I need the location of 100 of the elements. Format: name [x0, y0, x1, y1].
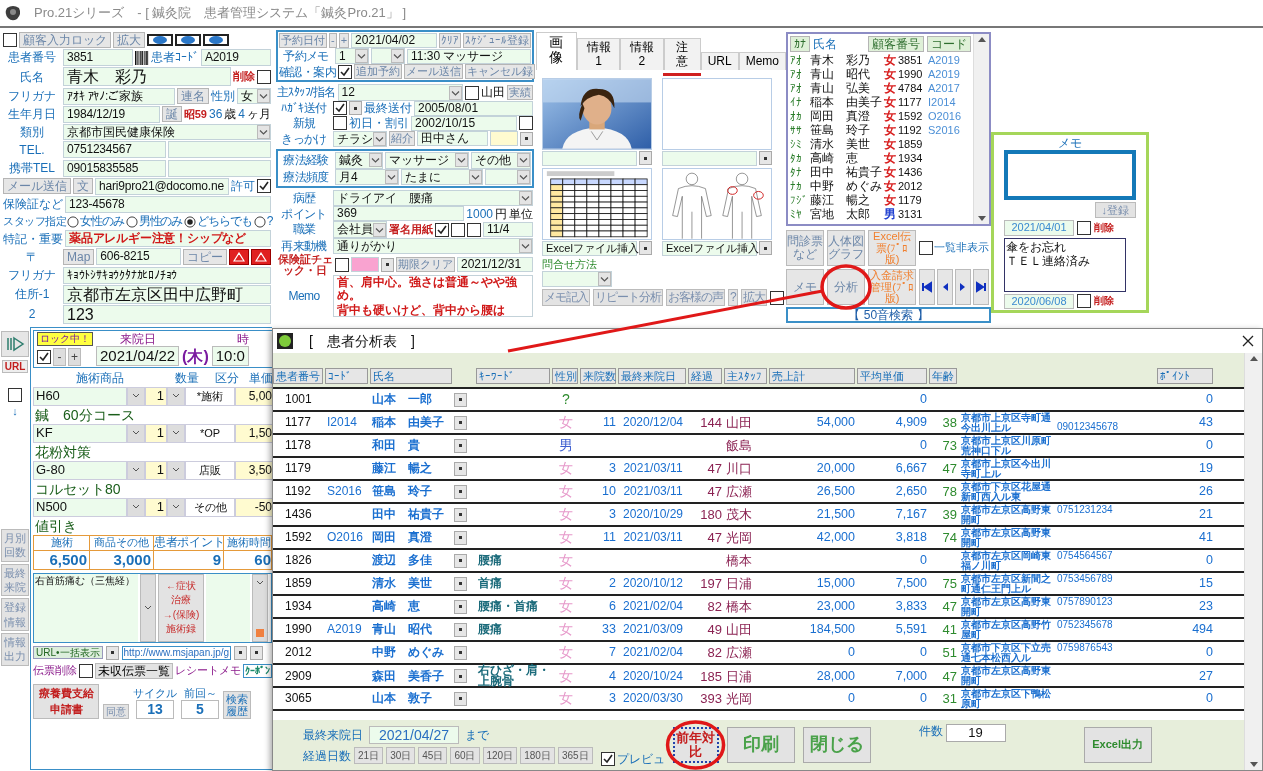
text-field[interactable]: 0751234567: [63, 141, 166, 159]
row-button[interactable]: [454, 691, 467, 706]
record-button[interactable]: ←症状 治療 →(保険) 施術録: [158, 573, 204, 642]
checkbox[interactable]: [435, 222, 449, 237]
text-field[interactable]: 11:30 マッサージ: [407, 48, 531, 64]
action-button[interactable]: 前年対比: [672, 727, 719, 763]
navigation-button[interactable]: [973, 269, 989, 305]
text-field[interactable]: 1984/12/19: [63, 105, 160, 123]
sort-button[interactable]: ｶﾅ: [790, 36, 810, 52]
text-field[interactable]: 2005/08/01: [414, 100, 533, 116]
menu-button[interactable]: 問診票など: [786, 230, 824, 266]
checkbox[interactable]: [8, 388, 22, 402]
tab[interactable]: 画像: [536, 32, 577, 70]
item-code-field[interactable]: N500: [33, 497, 127, 517]
form-button[interactable]: メール送信: [3, 178, 71, 195]
tab[interactable]: Memo: [738, 51, 786, 70]
time-field[interactable]: 10:0: [211, 346, 249, 367]
form-button[interactable]: 顧客入力ロック: [19, 32, 111, 48]
memo-input[interactable]: [1004, 150, 1136, 201]
date-field[interactable]: 2021/04/27: [369, 725, 459, 745]
text-field[interactable]: 2021/12/31: [457, 257, 533, 273]
form-button[interactable]: メール送信: [404, 64, 463, 80]
column-header[interactable]: 経過: [688, 367, 722, 384]
dropdown[interactable]: マッサージ: [385, 152, 469, 169]
form-button[interactable]: -: [329, 33, 337, 48]
tab[interactable]: 情報1: [576, 38, 621, 70]
checkbox[interactable]: [338, 64, 352, 79]
text-field[interactable]: 田中さん: [417, 131, 488, 147]
text-field[interactable]: 青木 彩乃: [63, 67, 231, 87]
checkbox[interactable]: [257, 179, 271, 194]
text-field[interactable]: 京都市左京区田中広野町: [63, 284, 271, 304]
row-button[interactable]: [454, 461, 467, 476]
row-button[interactable]: [454, 599, 467, 614]
row-button[interactable]: [454, 669, 467, 684]
tab[interactable]: URL: [700, 51, 739, 70]
number-field[interactable]: 13: [136, 700, 174, 719]
quantity-field[interactable]: 1: [145, 460, 167, 480]
history-button[interactable]: 検索履歴: [223, 690, 251, 719]
sort-button[interactable]: 顧客番号: [868, 36, 924, 52]
checkbox[interactable]: [333, 116, 347, 131]
option-label[interactable]: 女性のみ: [80, 214, 124, 229]
navigation-button[interactable]: [937, 269, 953, 305]
patient-name[interactable]: 清水 美世: [810, 137, 884, 151]
dot-button[interactable]: [234, 645, 248, 660]
column-header[interactable]: 平均単価: [857, 367, 927, 384]
minus-button[interactable]: -: [53, 348, 66, 367]
dot-button[interactable]: [759, 241, 772, 256]
dropdown[interactable]: 12: [337, 84, 463, 101]
patient-name[interactable]: 稲本 由美子: [810, 95, 884, 109]
text-field[interactable]: 3851: [63, 49, 133, 67]
text-field[interactable]: 2021/04/02: [351, 33, 437, 48]
dropdown[interactable]: 京都市国民健康保険: [63, 123, 271, 141]
dropdown[interactable]: 女: [237, 87, 271, 105]
text-field[interactable]: [168, 141, 271, 159]
dot-button[interactable]: [520, 131, 533, 146]
excel-button[interactable]: Excel出力: [1083, 727, 1152, 763]
checkbox[interactable]: [37, 350, 51, 365]
item-code-field[interactable]: G-80: [33, 460, 127, 480]
patient-name[interactable]: 笹島 玲子: [810, 123, 884, 137]
form-button[interactable]: 誕: [161, 106, 182, 123]
checkbox[interactable]: [600, 751, 615, 766]
warning-button[interactable]: [229, 248, 249, 265]
play-button[interactable]: [1, 331, 29, 357]
dropdown[interactable]: 会社員: [333, 221, 387, 238]
plus-button[interactable]: +: [68, 348, 81, 367]
dropdown[interactable]: 通りがかり: [333, 237, 533, 255]
column-header[interactable]: 氏名: [370, 367, 452, 384]
text-field[interactable]: 09015835585: [63, 159, 166, 177]
navigation-button[interactable]: [919, 269, 935, 305]
checkbox[interactable]: [451, 222, 465, 237]
row-button[interactable]: [454, 576, 467, 591]
patient-name[interactable]: 岡田 真澄: [810, 109, 884, 123]
row-button[interactable]: [454, 507, 467, 522]
column-header[interactable]: 年齢: [929, 367, 957, 384]
dropdown[interactable]: 1: [335, 48, 369, 65]
item-code-field[interactable]: KF: [33, 423, 127, 443]
unpaid-list-button[interactable]: 未収伝票一覧: [95, 662, 173, 680]
color-field[interactable]: [490, 131, 518, 147]
form-button[interactable]: 拡大: [113, 32, 145, 48]
row-button[interactable]: [454, 530, 467, 545]
quantity-field[interactable]: 1: [145, 497, 167, 517]
row-button[interactable]: [454, 622, 467, 637]
row-button[interactable]: [454, 438, 467, 453]
column-header[interactable]: ｷｰﾜｰﾄﾞ: [476, 367, 550, 384]
symptom-field[interactable]: 右首筋痛む（三焦経）: [34, 573, 138, 642]
day-button[interactable]: 60日: [450, 747, 480, 765]
row-button[interactable]: [454, 415, 467, 430]
patient-name[interactable]: 青山 昭代: [810, 67, 884, 81]
column-header[interactable]: 最終来院日: [618, 367, 686, 384]
checkbox[interactable]: [335, 257, 349, 272]
radio-button[interactable]: [67, 215, 79, 228]
text-field[interactable]: ｱｵｷ ｱﾔﾉ:ご家族: [63, 87, 175, 105]
toggle-button[interactable]: [147, 34, 173, 46]
number-field[interactable]: 5: [181, 700, 219, 719]
checkbox[interactable]: [1077, 294, 1091, 309]
item-code-field[interactable]: H60: [33, 386, 127, 406]
scrollbar[interactable]: [1244, 353, 1262, 770]
radio-button[interactable]: [253, 215, 266, 228]
coupon-field[interactable]: ｸｰﾎﾟﾝ: [243, 663, 272, 678]
claim-form-button[interactable]: 療養費支給申請書: [33, 684, 99, 719]
